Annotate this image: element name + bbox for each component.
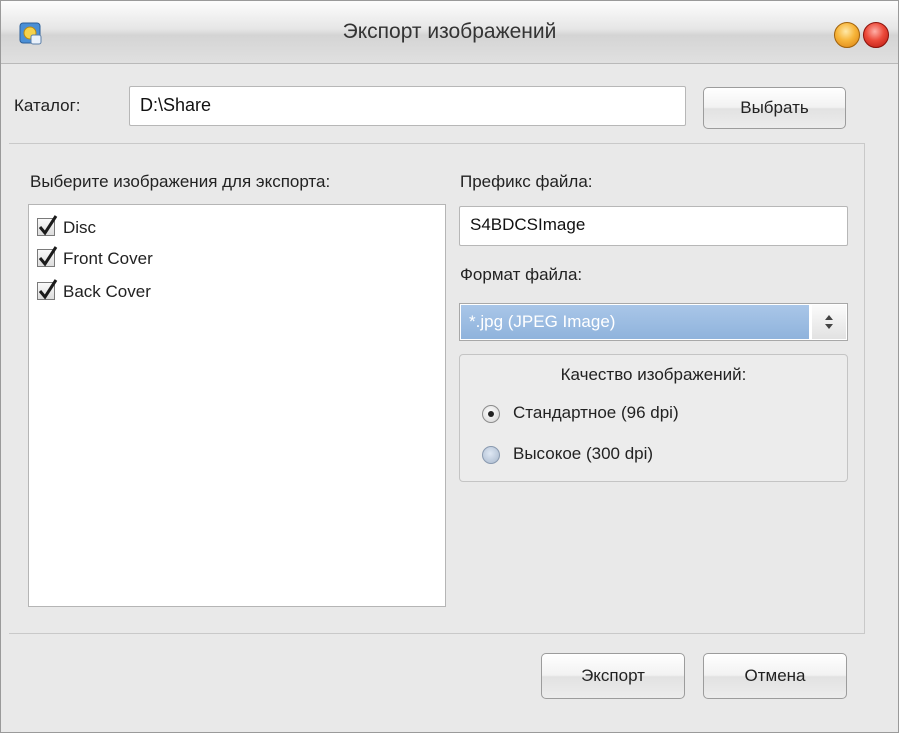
quality-group: Качество изображений: Стандартное (96 dp… xyxy=(459,354,848,482)
catalog-label: Каталог: xyxy=(14,96,81,115)
prefix-label: Префикс файла: xyxy=(460,172,593,191)
list-item-label: Disc xyxy=(63,218,97,237)
checkbox-front-cover[interactable] xyxy=(37,245,58,267)
quality-title: Качество изображений: xyxy=(560,365,747,384)
format-label: Формат файла: xyxy=(460,265,583,284)
prefix-input[interactable]: S4BDCSImage xyxy=(459,206,848,246)
radio-standard-label[interactable]: Стандартное (96 dpi) xyxy=(513,403,679,423)
list-item-label: Back Cover xyxy=(63,282,151,301)
divider xyxy=(9,633,864,634)
checkbox-back-cover[interactable] xyxy=(37,278,58,300)
title-bar[interactable]: Экспорт изображений xyxy=(1,1,898,64)
list-item-label: Front Cover xyxy=(63,249,153,268)
export-dialog: Экспорт изображений Каталог: D:\Share Вы… xyxy=(0,0,899,733)
updown-arrow-icon[interactable] xyxy=(812,305,846,339)
catalog-input[interactable]: D:\Share xyxy=(129,86,686,126)
radio-high[interactable] xyxy=(482,446,500,464)
radio-high-label[interactable]: Высокое (300 dpi) xyxy=(513,444,653,464)
format-select[interactable]: *.jpg (JPEG Image) xyxy=(459,303,848,341)
list-item[interactable]: Disc xyxy=(37,214,97,241)
browse-button[interactable]: Выбрать xyxy=(703,87,846,129)
list-item[interactable]: Front Cover xyxy=(37,245,153,272)
images-label: Выберите изображения для экспорта: xyxy=(30,172,331,191)
format-selected-value: *.jpg (JPEG Image) xyxy=(461,305,809,339)
radio-dot-icon xyxy=(488,411,494,417)
cancel-button[interactable]: Отмена xyxy=(703,653,847,699)
export-button[interactable]: Экспорт xyxy=(541,653,685,699)
images-list[interactable]: Disc Front Cover Back Cover xyxy=(28,204,446,607)
radio-standard[interactable] xyxy=(482,405,500,423)
close-icon[interactable] xyxy=(863,22,889,48)
list-item[interactable]: Back Cover xyxy=(37,278,151,305)
minimize-icon[interactable] xyxy=(834,22,860,48)
window-title: Экспорт изображений xyxy=(342,20,557,43)
checkbox-disc[interactable] xyxy=(37,214,58,236)
